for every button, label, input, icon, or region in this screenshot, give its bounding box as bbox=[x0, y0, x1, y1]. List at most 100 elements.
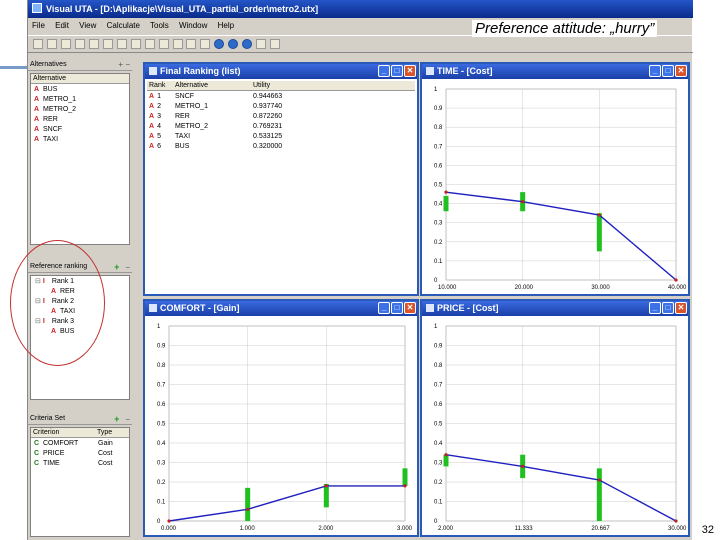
save-icon[interactable] bbox=[60, 39, 71, 49]
maximize-button[interactable]: □ bbox=[662, 302, 674, 314]
table-row[interactable]: C COMFORT Gain bbox=[31, 438, 129, 448]
list-item[interactable]: A BUS bbox=[31, 84, 129, 94]
about-icon[interactable] bbox=[270, 39, 281, 49]
close-button[interactable]: ✕ bbox=[675, 65, 687, 77]
y-tick-label: 0.6 bbox=[434, 163, 443, 169]
close-button[interactable]: ✕ bbox=[404, 65, 416, 77]
window-icon bbox=[426, 67, 434, 75]
menu-edit[interactable]: Edit bbox=[55, 21, 69, 30]
table-row[interactable]: A 2 METRO_1 0.937740 bbox=[147, 101, 415, 111]
print-icon[interactable] bbox=[116, 39, 127, 49]
y-tick-label: 0 bbox=[434, 519, 438, 525]
slide-accent-bar bbox=[0, 66, 27, 69]
calc-a-icon[interactable] bbox=[214, 39, 225, 49]
price-chart-titlebar: PRICE - [Cost] _ □ ✕ bbox=[422, 301, 688, 316]
panel-controls-icon[interactable]: + − bbox=[114, 414, 130, 424]
criterion-icon: C bbox=[34, 459, 40, 467]
x-tick-label: 30.000 bbox=[591, 285, 610, 291]
paste-icon[interactable] bbox=[102, 39, 113, 49]
table-row[interactable]: A 3 RER 0.872260 bbox=[147, 111, 415, 121]
alternatives-icon[interactable] bbox=[130, 39, 141, 49]
minimize-button[interactable]: _ bbox=[378, 302, 390, 314]
settings-icon[interactable] bbox=[200, 39, 211, 49]
alternative-icon: A bbox=[34, 125, 40, 133]
minimize-button[interactable]: _ bbox=[649, 302, 661, 314]
close-button[interactable]: ✕ bbox=[675, 302, 687, 314]
menu-window[interactable]: Window bbox=[179, 21, 207, 30]
rank-value: 5 bbox=[157, 132, 161, 140]
calc-c-icon[interactable] bbox=[242, 39, 253, 49]
ranking-icon[interactable] bbox=[186, 39, 197, 49]
final-ranking-window: Final Ranking (list) _ □ ✕ Rank Alternativ… bbox=[143, 62, 419, 296]
menu-help[interactable]: Help bbox=[218, 21, 234, 30]
data-point bbox=[444, 453, 448, 457]
x-tick-label: 2.000 bbox=[318, 526, 334, 532]
panel-controls-icon[interactable]: + − bbox=[118, 60, 130, 69]
menu-tools[interactable]: Tools bbox=[150, 21, 169, 30]
menu-view[interactable]: View bbox=[79, 21, 96, 30]
data-point bbox=[246, 507, 250, 511]
ranking-table-header: Rank Alternative Utility bbox=[147, 81, 415, 91]
table-row[interactable]: A 1 SNCF 0.944663 bbox=[147, 91, 415, 101]
list-item[interactable]: A RER bbox=[31, 114, 129, 124]
list-item[interactable]: A SNCF bbox=[31, 124, 129, 134]
utility-value: 0.533125 bbox=[253, 132, 283, 140]
data-point bbox=[444, 190, 448, 194]
maximize-button[interactable]: □ bbox=[391, 302, 403, 314]
utility-column[interactable]: Utility bbox=[253, 82, 313, 89]
minimize-button[interactable]: _ bbox=[378, 65, 390, 77]
criterion-type: Cost bbox=[98, 449, 113, 457]
list-item[interactable]: A TAXI bbox=[31, 134, 129, 144]
data-point bbox=[521, 200, 525, 204]
copy-icon[interactable] bbox=[88, 39, 99, 49]
maximize-button[interactable]: □ bbox=[391, 65, 403, 77]
criterion-name: TIME bbox=[43, 459, 60, 467]
type-column[interactable]: Type bbox=[97, 429, 112, 436]
range-bar bbox=[443, 454, 449, 467]
criterion-column[interactable]: Criterion bbox=[33, 429, 97, 436]
table-row[interactable]: C TIME Cost bbox=[31, 458, 129, 468]
close-button[interactable]: ✕ bbox=[404, 302, 416, 314]
y-tick-label: 0.8 bbox=[434, 363, 443, 369]
open-folder-icon[interactable] bbox=[46, 39, 57, 49]
alternative-icon: A bbox=[149, 92, 155, 100]
criterion-type: Cost bbox=[98, 459, 113, 467]
data-point bbox=[674, 519, 678, 523]
menu-calculate[interactable]: Calculate bbox=[107, 21, 140, 30]
table-row[interactable]: A 5 TAXI 0.533125 bbox=[147, 131, 415, 141]
table-icon[interactable] bbox=[158, 39, 169, 49]
table-row[interactable]: A 6 BUS 0.320000 bbox=[147, 141, 415, 151]
alternative-column[interactable]: Alternative bbox=[175, 82, 253, 89]
list-item[interactable]: A METRO_2 bbox=[31, 104, 129, 114]
maximize-button[interactable]: □ bbox=[662, 65, 674, 77]
cut-icon[interactable] bbox=[74, 39, 85, 49]
alternative-value: BUS bbox=[175, 142, 190, 150]
rank-value: 4 bbox=[157, 122, 161, 130]
final-ranking-titlebar: Final Ranking (list) _ □ ✕ bbox=[145, 64, 417, 79]
y-tick-label: 0.8 bbox=[157, 363, 166, 369]
alternatives-column-header[interactable]: Alternative bbox=[31, 74, 129, 84]
criteria-icon[interactable] bbox=[144, 39, 155, 49]
window-icon bbox=[149, 304, 157, 312]
rank-column[interactable]: Rank bbox=[149, 82, 175, 89]
toolbar bbox=[28, 35, 693, 53]
y-tick-label: 0.3 bbox=[157, 461, 166, 467]
chart-icon[interactable] bbox=[172, 39, 183, 49]
table-row[interactable]: A 4 METRO_2 0.769231 bbox=[147, 121, 415, 131]
y-tick-label: 1 bbox=[434, 87, 438, 93]
utility-value: 0.944663 bbox=[253, 92, 283, 100]
alternative-icon: A bbox=[149, 112, 155, 120]
list-item[interactable]: A METRO_1 bbox=[31, 94, 129, 104]
data-point bbox=[403, 484, 407, 488]
alternatives-panel: Alternatives + − Alternative A BUS A METRO_1… bbox=[28, 60, 132, 250]
table-row[interactable]: C PRICE Cost bbox=[31, 448, 129, 458]
menu-file[interactable]: File bbox=[32, 21, 45, 30]
new-file-icon[interactable] bbox=[33, 39, 43, 49]
alternative-icon: A bbox=[149, 102, 155, 110]
calc-b-icon[interactable] bbox=[228, 39, 239, 49]
data-point bbox=[597, 213, 601, 217]
price-chart: 0 0.1 0.2 0.3 0.4 0.5 0.6 0.7 0.8 0.9 1 2.000 11.333… bbox=[434, 324, 687, 532]
help-icon[interactable] bbox=[256, 39, 267, 49]
panel-controls-icon[interactable]: + − bbox=[114, 262, 130, 272]
minimize-button[interactable]: _ bbox=[649, 65, 661, 77]
